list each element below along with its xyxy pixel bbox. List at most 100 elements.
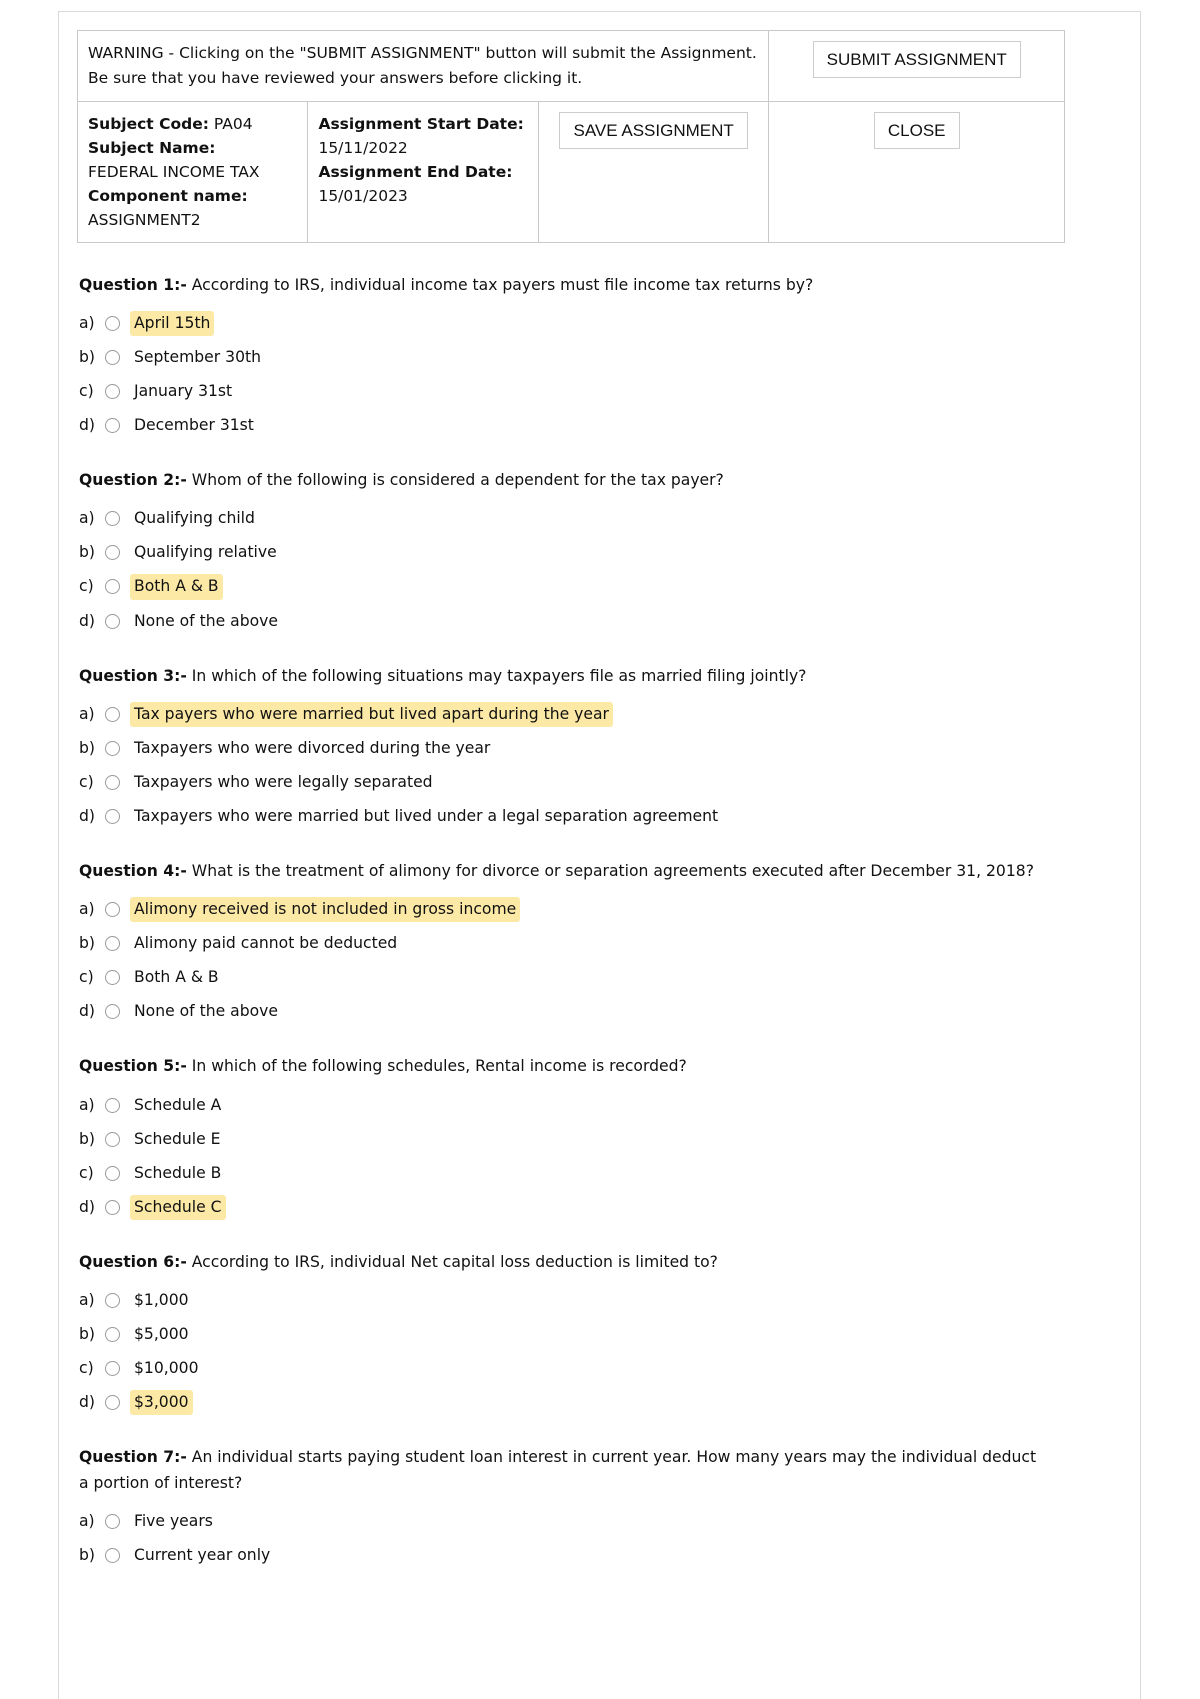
option-row[interactable]: c) January 31st — [79, 379, 1049, 404]
radio-button-icon[interactable] — [105, 936, 120, 952]
question-label: Question 4:- — [79, 861, 187, 880]
question-label: Question 6:- — [79, 1252, 187, 1271]
radio-button-icon[interactable] — [105, 315, 120, 331]
option-row[interactable]: d) None of the above — [79, 999, 1049, 1024]
radio-button-icon[interactable] — [105, 774, 120, 790]
option-text: Taxpayers who were divorced during the y… — [134, 738, 491, 757]
option-letter: b) — [79, 934, 95, 953]
option-row[interactable]: b) $5,000 — [79, 1322, 1049, 1347]
radio-button-icon[interactable] — [105, 970, 120, 986]
option-letter: a) — [79, 1095, 95, 1114]
question-prompt: Question 1:- According to IRS, individua… — [79, 273, 1039, 298]
option-row[interactable]: b) Current year only — [79, 1543, 1049, 1568]
option-letter: c) — [79, 382, 94, 401]
question-label: Question 7:- — [79, 1448, 187, 1467]
radio-button-icon[interactable] — [105, 902, 120, 918]
radio-button-icon[interactable] — [105, 579, 120, 595]
radio-button-icon[interactable] — [105, 808, 120, 824]
option-row[interactable]: a) Alimony received is not included in gr… — [79, 897, 1049, 923]
dates-cell: Assignment Start Date: 15/11/2022 Assign… — [307, 100, 539, 243]
option-row[interactable]: c) Both A & B — [79, 574, 1049, 600]
option-row[interactable]: a) Qualifying child — [79, 506, 1049, 531]
option-letter: c) — [79, 968, 94, 987]
radio-button-icon[interactable] — [105, 1293, 120, 1309]
radio-button-icon[interactable] — [105, 740, 120, 756]
option-letter: b) — [79, 1545, 95, 1564]
radio-button-icon[interactable] — [105, 613, 120, 629]
question-text: According to IRS, individual Net capital… — [186, 1252, 718, 1271]
option-row[interactable]: b) September 30th — [79, 345, 1049, 370]
option-text: Taxpayers who were married but lived und… — [134, 806, 719, 825]
option-row[interactable]: d) $3,000 — [79, 1390, 1049, 1416]
question-label: Question 2:- — [79, 471, 187, 490]
option-row[interactable]: a) Tax payers who were married but lived … — [79, 701, 1049, 727]
radio-button-icon[interactable] — [105, 511, 120, 527]
radio-button-icon[interactable] — [105, 418, 120, 434]
option-row[interactable]: a) Schedule A — [79, 1093, 1049, 1118]
component-name-label: Component name: — [88, 186, 248, 205]
radio-button-icon[interactable] — [105, 1327, 120, 1343]
radio-button-icon[interactable] — [105, 1513, 120, 1529]
option-row[interactable]: b) Schedule E — [79, 1127, 1049, 1152]
save-assignment-button[interactable]: SAVE ASSIGNMENT — [559, 111, 748, 149]
option-text: Schedule B — [134, 1163, 222, 1182]
question-text: Whom of the following is considered a de… — [186, 471, 724, 490]
option-text: Qualifying relative — [134, 543, 277, 562]
option-row[interactable]: c) Taxpayers who were legally separated — [79, 770, 1049, 795]
radio-button-icon[interactable] — [105, 1361, 120, 1377]
radio-button-icon[interactable] — [105, 1199, 120, 1215]
option-row[interactable]: d) Schedule C — [79, 1194, 1049, 1220]
warning-cell: WARNING - Clicking on the "SUBMIT ASSIGN… — [76, 30, 770, 102]
option-row[interactable]: d) Taxpayers who were married but lived u… — [79, 804, 1049, 829]
radio-button-icon[interactable] — [105, 384, 120, 400]
radio-button-icon[interactable] — [105, 706, 120, 722]
subject-name-value: FEDERAL INCOME TAX — [88, 162, 260, 181]
question-text: In which of the following schedules, Ren… — [186, 1057, 687, 1076]
save-cell: SAVE ASSIGNMENT — [537, 100, 770, 243]
option-letter: b) — [79, 738, 95, 757]
question-prompt: Question 6:- According to IRS, individua… — [79, 1250, 1039, 1275]
radio-button-icon[interactable] — [105, 1097, 120, 1113]
option-row[interactable]: b) Alimony paid cannot be deducted — [79, 931, 1049, 956]
option-letter: c) — [79, 772, 94, 791]
option-row[interactable]: c) Both A & B — [79, 965, 1049, 990]
question-block: Question 2:- Whom of the following is co… — [79, 468, 1049, 633]
radio-button-icon[interactable] — [105, 1395, 120, 1411]
submit-assignment-button[interactable]: SUBMIT ASSIGNMENT — [812, 41, 1021, 78]
option-letter: d) — [79, 806, 95, 825]
question-block: Question 1:- According to IRS, individua… — [79, 273, 1049, 438]
radio-button-icon[interactable] — [105, 1131, 120, 1147]
option-row[interactable]: a) $1,000 — [79, 1288, 1049, 1313]
radio-button-icon[interactable] — [105, 349, 120, 365]
option-text-highlighted: $3,000 — [130, 1390, 193, 1416]
option-row[interactable]: a) Five years — [79, 1509, 1049, 1534]
option-letter: b) — [79, 347, 95, 366]
option-row[interactable]: c) Schedule B — [79, 1161, 1049, 1186]
subject-code-label: Subject Code: — [88, 114, 209, 133]
option-letter: b) — [79, 1325, 95, 1344]
option-letter: c) — [79, 1163, 94, 1182]
option-text: Both A & B — [134, 968, 219, 987]
radio-button-icon[interactable] — [105, 1004, 120, 1020]
question-block: Question 3:- In which of the following s… — [79, 664, 1049, 829]
radio-button-icon[interactable] — [105, 1547, 120, 1563]
option-row[interactable]: b) Qualifying relative — [79, 540, 1049, 565]
option-letter: a) — [79, 900, 95, 919]
option-letter: a) — [79, 1511, 95, 1530]
end-date-label: Assignment End Date: — [318, 162, 513, 181]
option-row[interactable]: d) None of the above — [79, 609, 1049, 634]
option-text-highlighted: Tax payers who were married but lived ap… — [130, 701, 613, 727]
option-row[interactable]: b) Taxpayers who were divorced during the… — [79, 736, 1049, 761]
option-letter: a) — [79, 1291, 95, 1310]
radio-button-icon[interactable] — [105, 1165, 120, 1181]
option-row[interactable]: d) December 31st — [79, 413, 1049, 438]
close-button[interactable]: CLOSE — [873, 111, 960, 149]
question-text: According to IRS, individual income tax … — [186, 275, 814, 294]
option-row[interactable]: a) April 15th — [79, 310, 1049, 336]
option-text: Qualifying child — [134, 509, 255, 528]
option-letter: d) — [79, 1197, 95, 1216]
subject-name-label: Subject Name: — [88, 138, 216, 157]
option-text: September 30th — [134, 347, 261, 366]
radio-button-icon[interactable] — [105, 545, 120, 561]
option-row[interactable]: c) $10,000 — [79, 1356, 1049, 1381]
